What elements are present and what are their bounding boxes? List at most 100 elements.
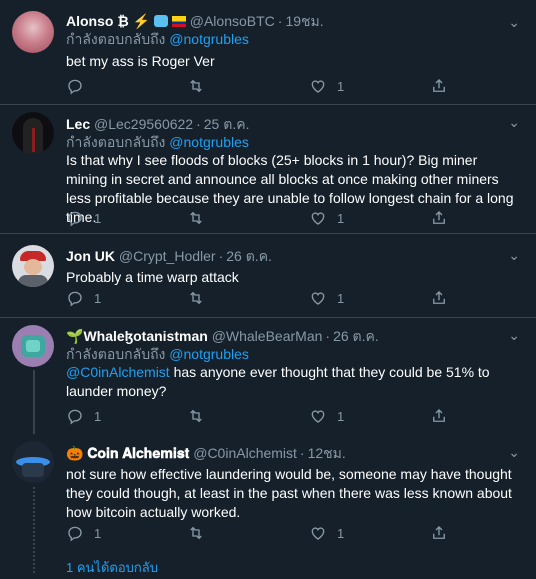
share-button[interactable]	[430, 524, 448, 542]
tweet[interactable]: Jon UK @Crypt_Hodler · 26 ต.ค. Probably a …	[0, 234, 536, 318]
show-replies-link[interactable]: 1 คนได้ตอบกลับ	[66, 557, 158, 578]
share-icon	[433, 291, 445, 304]
more-options-icon[interactable]: ⌄	[508, 14, 520, 31]
avatar[interactable]	[12, 441, 54, 483]
timestamp[interactable]: 26 ต.ค.	[226, 248, 272, 264]
share-icon	[433, 211, 445, 224]
handle[interactable]: @AlonsoBTC	[190, 13, 275, 29]
heart-icon	[311, 80, 325, 93]
pumpkin-emoji: 🎃	[66, 445, 84, 461]
reply-icon	[68, 526, 82, 542]
tweet-header: Alonso ₿ ⚡ @AlonsoBTC · 19ชม.	[66, 13, 324, 29]
like-count: 1	[337, 525, 345, 541]
display-name[interactable]: 𝐂𝐨𝐢𝐧 𝐀𝐥𝐜𝐡𝐞𝐦𝐢𝐬𝐭	[87, 445, 189, 461]
share-button[interactable]	[430, 209, 448, 227]
share-icon	[433, 79, 445, 92]
reply-button[interactable]: 1	[66, 407, 101, 425]
like-count: 1	[337, 78, 345, 94]
replying-label: กำลังตอบกลับถึง	[66, 31, 166, 47]
thread-connector	[33, 370, 35, 434]
replying-to: กำลังตอบกลับถึง @notgrubles	[66, 345, 522, 363]
like-button[interactable]: 1	[309, 77, 344, 95]
tweet-thread: Alonso ₿ ⚡ @AlonsoBTC · 19ชม. กำลังตอบกลับ…	[0, 0, 536, 579]
replying-label: กำลังตอบกลับถึง	[66, 346, 166, 362]
share-button[interactable]	[430, 407, 448, 425]
timestamp[interactable]: 12ชม.	[308, 445, 346, 461]
heart-icon	[311, 410, 325, 423]
share-button[interactable]	[430, 77, 448, 95]
more-options-icon[interactable]: ⌄	[508, 444, 520, 461]
share-icon	[433, 526, 445, 539]
timestamp[interactable]: 25 ต.ค.	[204, 116, 250, 132]
replying-to: กำลังตอบกลับถึง @notgrubles	[66, 133, 522, 151]
handle[interactable]: @Lec29560622	[94, 116, 193, 132]
timestamp[interactable]: 26 ต.ค.	[333, 328, 379, 344]
like-button[interactable]: 1	[309, 407, 344, 425]
display-name[interactable]: Lec	[66, 116, 90, 132]
reply-button[interactable]	[66, 77, 94, 95]
bitcoin-wave-icon	[153, 15, 168, 27]
tweet-header: 🎃 𝐂𝐨𝐢𝐧 𝐀𝐥𝐜𝐡𝐞𝐦𝐢𝐬𝐭 @C0inAlchemist · 12ชม.	[66, 445, 346, 461]
handle[interactable]: @Crypt_Hodler	[119, 248, 216, 264]
retweet-icon	[190, 526, 202, 540]
retweet-button[interactable]	[187, 77, 205, 95]
tweet[interactable]: Alonso ₿ ⚡ @AlonsoBTC · 19ชม. กำลังตอบกลับ…	[0, 0, 536, 105]
thread-connector	[33, 487, 35, 573]
timestamp[interactable]: 19ชม.	[285, 13, 323, 29]
tweet-text: Probably a time warp attack	[66, 269, 239, 285]
heart-icon	[311, 212, 325, 225]
seedling-emoji: 🌱	[66, 328, 84, 344]
retweet-icon	[190, 409, 202, 423]
tweet-actions: 1 1	[66, 524, 522, 542]
like-button[interactable]: 1	[309, 289, 344, 307]
display-name[interactable]: Jon UK	[66, 248, 115, 264]
replying-to-link[interactable]: @notgrubles	[169, 134, 249, 150]
reply-count: 1	[94, 408, 102, 424]
avatar[interactable]	[12, 325, 54, 367]
like-count: 1	[337, 408, 345, 424]
reply-button[interactable]: 1	[66, 524, 101, 542]
reply-icon	[68, 79, 82, 95]
more-options-icon[interactable]: ⌄	[508, 114, 520, 131]
tweet-text: not sure how effective laundering would …	[66, 466, 512, 520]
avatar[interactable]	[12, 112, 54, 154]
more-options-icon[interactable]: ⌄	[508, 327, 520, 344]
like-button[interactable]: 1	[309, 524, 344, 542]
reply-count: 1	[94, 525, 102, 541]
display-name[interactable]: Whaleɮotanistman	[83, 328, 207, 344]
retweet-button[interactable]	[187, 289, 205, 307]
more-options-icon[interactable]: ⌄	[508, 247, 520, 264]
tweet-actions: 1 1	[66, 407, 522, 425]
reply-count: 1	[94, 290, 102, 306]
retweet-icon	[190, 291, 202, 305]
reply-icon	[68, 211, 82, 227]
retweet-button[interactable]	[187, 209, 205, 227]
handle[interactable]: @WhaleBearMan	[212, 328, 323, 344]
reply-button[interactable]: 1	[66, 289, 101, 307]
retweet-icon	[190, 79, 202, 93]
share-button[interactable]	[430, 289, 448, 307]
like-button[interactable]: 1	[309, 209, 344, 227]
retweet-icon	[190, 211, 202, 225]
flag-icon	[171, 16, 186, 27]
tweet[interactable]: 🌱Whaleɮotanistman @WhaleBearMan · 26 ต.ค. …	[0, 318, 536, 436]
tweet-text: bet my ass is Roger Ver	[66, 53, 215, 69]
share-icon	[433, 409, 445, 422]
tweet-text: @C0inAlchemist has anyone ever thought t…	[66, 363, 522, 401]
tweet-actions: 1 1	[66, 289, 522, 307]
handle[interactable]: @C0inAlchemist	[193, 445, 297, 461]
replying-to-link[interactable]: @notgrubles	[169, 31, 249, 47]
tweet-actions: 1 1	[66, 209, 522, 227]
replying-to-link[interactable]: @notgrubles	[169, 346, 249, 362]
retweet-button[interactable]	[187, 524, 205, 542]
display-name[interactable]: Alonso ₿	[66, 13, 129, 29]
avatar[interactable]	[12, 245, 54, 287]
reply-button[interactable]: 1	[66, 209, 101, 227]
avatar[interactable]	[12, 11, 54, 53]
mention-link[interactable]: @C0inAlchemist	[66, 364, 170, 380]
retweet-button[interactable]	[187, 407, 205, 425]
like-count: 1	[337, 210, 345, 226]
like-count: 1	[337, 290, 345, 306]
tweet[interactable]: Lec @Lec29560622 · 25 ต.ค. กำลังตอบกลับถึง…	[0, 105, 536, 234]
tweet-actions: 1	[66, 77, 522, 95]
